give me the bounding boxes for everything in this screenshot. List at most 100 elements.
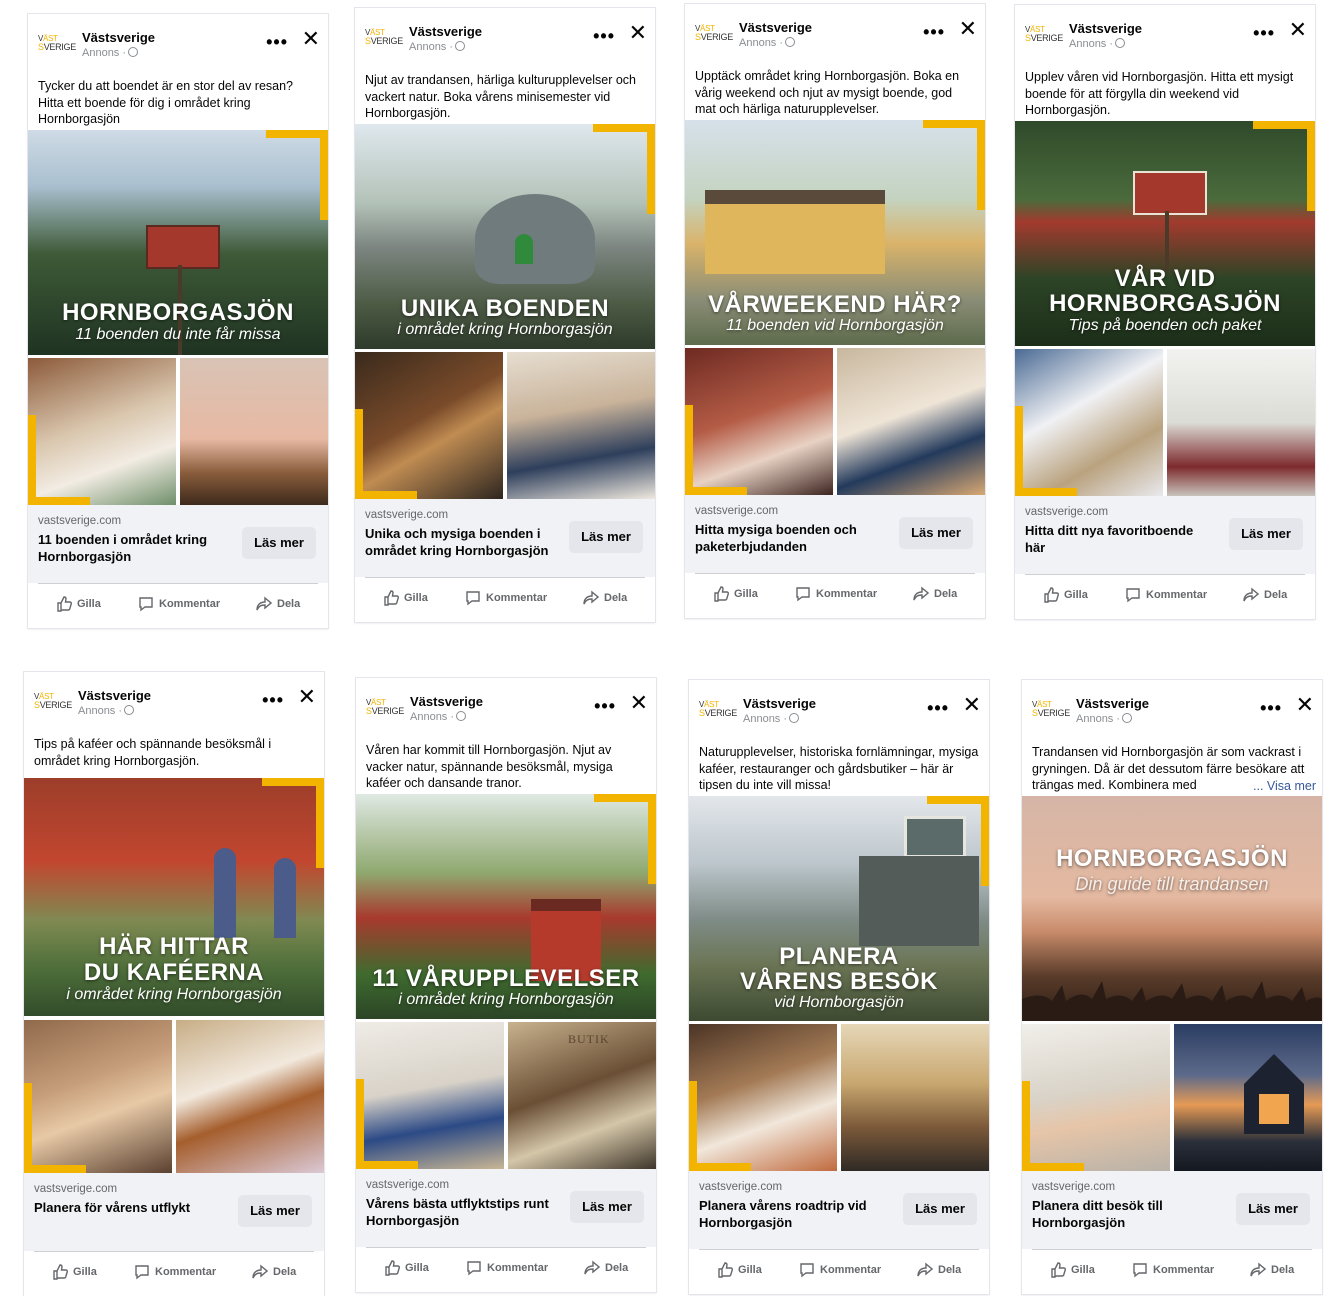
comment-button[interactable]: Kommentar bbox=[1132, 1262, 1214, 1278]
more-options-icon[interactable]: ••• bbox=[266, 32, 288, 53]
link-bar[interactable]: vastsverige.com Vårens bästa utflyktstip… bbox=[356, 1169, 656, 1247]
share-button[interactable]: Dela bbox=[1243, 587, 1287, 603]
like-button[interactable]: Gilla bbox=[56, 596, 101, 612]
brand-logo[interactable]: VÄST SVERIGE bbox=[1032, 700, 1070, 722]
link-bar[interactable]: vastsverige.com Planera för vårens utfly… bbox=[24, 1173, 324, 1251]
comment-button[interactable]: Kommentar bbox=[465, 590, 547, 606]
close-icon[interactable]: ✕ bbox=[1296, 694, 1314, 716]
more-options-icon[interactable]: ••• bbox=[262, 690, 284, 711]
close-icon[interactable]: ✕ bbox=[959, 18, 977, 40]
more-options-icon[interactable]: ••• bbox=[923, 22, 945, 43]
like-button[interactable]: Gilla bbox=[713, 586, 758, 602]
brand-logo[interactable]: VÄST SVERIGE bbox=[695, 24, 733, 46]
share-button[interactable]: Dela bbox=[256, 596, 300, 612]
thumb-church bbox=[841, 1024, 989, 1171]
ad-header: VÄST SVERIGE Västsverige Annons · ••• ✕ bbox=[356, 678, 656, 742]
close-icon[interactable]: ✕ bbox=[1289, 19, 1307, 41]
brand-logo[interactable]: VÄST SVERIGE bbox=[699, 700, 737, 722]
share-button[interactable]: Dela bbox=[252, 1264, 296, 1280]
accent-bracket bbox=[24, 1083, 86, 1173]
hero-subtitle: i området kring Hornborgasjön bbox=[398, 991, 614, 1008]
link-bar[interactable]: vastsverige.com Hitta mysiga boenden och… bbox=[685, 495, 985, 573]
page-name[interactable]: Västsverige bbox=[78, 688, 151, 703]
link-headline[interactable]: 11 boenden i området kring Hornborgasjön bbox=[38, 531, 228, 565]
brand-logo[interactable]: VÄST SVERIGE bbox=[38, 34, 76, 56]
comment-button[interactable]: Kommentar bbox=[138, 596, 220, 612]
page-name[interactable]: Västsverige bbox=[1069, 21, 1142, 36]
link-headline[interactable]: Vårens bästa utflyktstips runt Hornborga… bbox=[366, 1195, 556, 1229]
learn-more-button[interactable]: Läs mer bbox=[1229, 518, 1303, 550]
ad-primary-text: Upptäck området kring Hornborgasjön. Bok… bbox=[695, 69, 960, 116]
hero-title-line-1: PLANERA bbox=[779, 943, 899, 970]
ad-creative[interactable]: PLANERA VÅRENS BESÖK vid Hornborgasjön bbox=[689, 796, 989, 1171]
learn-more-button[interactable]: Läs mer bbox=[242, 527, 316, 559]
link-headline[interactable]: Planera vårens roadtrip vid Hornborgasjö… bbox=[699, 1197, 889, 1231]
ad-creative[interactable]: HÄR HITTAR DU KAFÉERNA i området kring H… bbox=[24, 778, 324, 1173]
more-options-icon[interactable]: ••• bbox=[1260, 698, 1282, 719]
thumb-buns bbox=[176, 1020, 324, 1173]
page-name[interactable]: Västsverige bbox=[82, 30, 155, 45]
like-button[interactable]: Gilla bbox=[1050, 1262, 1095, 1278]
brand-logo[interactable]: VÄST SVERIGE bbox=[366, 698, 404, 720]
accent-bracket bbox=[685, 405, 747, 495]
comment-button[interactable]: Kommentar bbox=[466, 1260, 548, 1276]
page-name[interactable]: Västsverige bbox=[1076, 696, 1149, 711]
share-button[interactable]: Dela bbox=[1250, 1262, 1294, 1278]
page-name[interactable]: Västsverige bbox=[410, 694, 483, 709]
brand-logo[interactable]: VÄST SVERIGE bbox=[34, 692, 72, 714]
accent-bracket bbox=[356, 1079, 418, 1169]
learn-more-button[interactable]: Läs mer bbox=[903, 1193, 977, 1225]
link-headline[interactable]: Hitta mysiga boenden och paketerbjudande… bbox=[695, 521, 885, 555]
learn-more-button[interactable]: Läs mer bbox=[570, 1191, 644, 1223]
comment-button[interactable]: Kommentar bbox=[799, 1262, 881, 1278]
like-button[interactable]: Gilla bbox=[384, 1260, 429, 1276]
brand-logo[interactable]: VÄST SVERIGE bbox=[1025, 25, 1063, 47]
ad-card-7: VÄST SVERIGE Västsverige Annons · ••• ✕ … bbox=[689, 680, 989, 1294]
ad-creative[interactable]: 11 VÅRUPPLEVELSER i området kring Hornbo… bbox=[356, 794, 656, 1169]
page-name[interactable]: Västsverige bbox=[409, 24, 482, 39]
share-button[interactable]: Dela bbox=[913, 586, 957, 602]
close-icon[interactable]: ✕ bbox=[298, 686, 316, 708]
ad-creative[interactable]: HORNBORGASJÖN Din guide till trandansen bbox=[1022, 796, 1322, 1171]
link-bar[interactable]: vastsverige.com Planera ditt besök till … bbox=[1022, 1171, 1322, 1249]
comment-button[interactable]: Kommentar bbox=[795, 586, 877, 602]
brand-logo[interactable]: VÄST SVERIGE bbox=[365, 28, 403, 50]
comment-button[interactable]: Kommentar bbox=[134, 1264, 216, 1280]
page-name[interactable]: Västsverige bbox=[743, 696, 816, 711]
link-headline[interactable]: Planera ditt besök till Hornborgasjön bbox=[1032, 1197, 1222, 1231]
link-bar[interactable]: vastsverige.com Hitta ditt nya favoritbo… bbox=[1015, 496, 1315, 574]
share-button[interactable]: Dela bbox=[917, 1262, 961, 1278]
like-button[interactable]: Gilla bbox=[52, 1264, 97, 1280]
more-options-icon[interactable]: ••• bbox=[593, 26, 615, 47]
comment-button[interactable]: Kommentar bbox=[1125, 587, 1207, 603]
more-options-icon[interactable]: ••• bbox=[927, 698, 949, 719]
learn-more-button[interactable]: Läs mer bbox=[899, 517, 973, 549]
link-bar[interactable]: vastsverige.com Unika och mysiga boenden… bbox=[355, 499, 655, 577]
ad-creative[interactable]: HORNBORGASJÖN 11 boenden du inte får mis… bbox=[28, 130, 328, 505]
link-headline[interactable]: Planera för vårens utflykt bbox=[34, 1199, 224, 1216]
like-button[interactable]: Gilla bbox=[717, 1262, 762, 1278]
page-name[interactable]: Västsverige bbox=[739, 20, 812, 35]
close-icon[interactable]: ✕ bbox=[963, 694, 981, 716]
share-button[interactable]: Dela bbox=[583, 590, 627, 606]
link-bar[interactable]: vastsverige.com 11 boenden i området kri… bbox=[28, 505, 328, 583]
learn-more-button[interactable]: Läs mer bbox=[1236, 1193, 1310, 1225]
ad-creative[interactable]: UNIKA BOENDEN i området kring Hornborgas… bbox=[355, 124, 655, 499]
ad-card-6: VÄST SVERIGE Västsverige Annons · ••• ✕ … bbox=[356, 678, 656, 1292]
like-button[interactable]: Gilla bbox=[1043, 587, 1088, 603]
more-options-icon[interactable]: ••• bbox=[1253, 23, 1275, 44]
share-button[interactable]: Dela bbox=[584, 1260, 628, 1276]
link-bar[interactable]: vastsverige.com Planera vårens roadtrip … bbox=[689, 1171, 989, 1249]
learn-more-button[interactable]: Läs mer bbox=[238, 1195, 312, 1227]
close-icon[interactable]: ✕ bbox=[630, 692, 648, 714]
like-button[interactable]: Gilla bbox=[383, 590, 428, 606]
link-headline[interactable]: Unika och mysiga boenden i området kring… bbox=[365, 525, 555, 559]
link-headline[interactable]: Hitta ditt nya favoritboende här bbox=[1025, 522, 1215, 556]
close-icon[interactable]: ✕ bbox=[302, 28, 320, 50]
close-icon[interactable]: ✕ bbox=[629, 22, 647, 44]
ad-creative[interactable]: VÅR VID HORNBORGASJÖN Tips på boenden oc… bbox=[1015, 121, 1315, 496]
see-more-link[interactable]: ... Visa mer bbox=[1249, 777, 1316, 794]
ad-creative[interactable]: VÅRWEEKEND HÄR? 11 boenden vid Hornborga… bbox=[685, 120, 985, 495]
learn-more-button[interactable]: Läs mer bbox=[569, 521, 643, 553]
more-options-icon[interactable]: ••• bbox=[594, 696, 616, 717]
